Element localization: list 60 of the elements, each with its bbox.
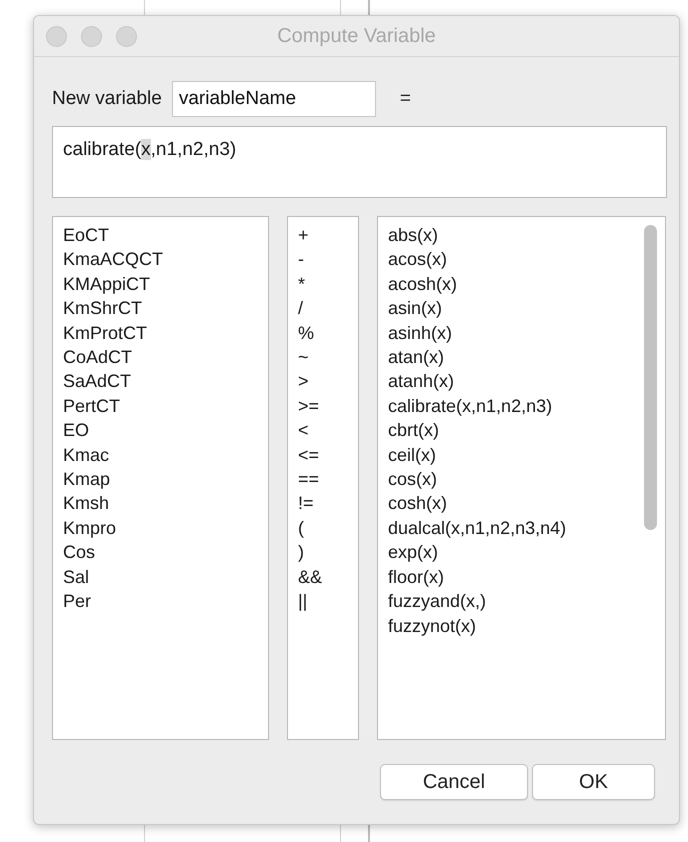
function-item[interactable]: ceil(x) — [388, 442, 635, 468]
variable-item[interactable]: Kmsh — [63, 491, 258, 516]
cancel-button[interactable]: Cancel — [380, 764, 528, 800]
variable-item[interactable]: SaAdCT — [63, 369, 258, 394]
function-item[interactable]: atan(x) — [388, 345, 635, 370]
function-item[interactable]: floor(x) — [388, 564, 635, 590]
window-title: Compute Variable — [277, 24, 436, 46]
function-item[interactable]: abs(x) — [388, 223, 635, 248]
function-item[interactable]: acos(x) — [388, 247, 635, 272]
variable-item[interactable]: Sal — [63, 564, 258, 590]
zoom-button[interactable] — [116, 26, 137, 46]
variable-item[interactable]: Cos — [63, 540, 258, 565]
operator-item[interactable]: >= — [298, 394, 348, 418]
variable-item[interactable]: Kmap — [63, 467, 258, 492]
ok-button[interactable]: OK — [532, 764, 655, 800]
function-item[interactable]: atanh(x) — [388, 369, 635, 394]
operator-item[interactable]: - — [298, 247, 348, 272]
operator-item[interactable]: ( — [298, 516, 348, 540]
variable-item[interactable]: CoAdCT — [63, 345, 258, 370]
operator-item[interactable]: + — [298, 223, 348, 248]
function-item[interactable]: cosh(x) — [388, 491, 635, 516]
function-item[interactable]: fuzzynot(x) — [388, 614, 635, 638]
operator-item[interactable]: % — [298, 320, 348, 346]
variable-item[interactable]: KmShrCT — [63, 296, 258, 321]
function-item[interactable]: acosh(x) — [388, 272, 635, 296]
function-item[interactable]: calibrate(x,n1,n2,n3) — [388, 394, 635, 418]
scrollbar-thumb[interactable] — [644, 225, 657, 530]
new-variable-label: New variable — [52, 88, 162, 110]
variable-name-field[interactable]: variableName — [172, 81, 376, 117]
variable-item[interactable]: Kmpro — [63, 516, 258, 540]
variable-item[interactable]: Per — [63, 589, 258, 614]
function-item[interactable]: dualcal(x,n1,n2,n3,n4) — [388, 516, 635, 540]
function-item[interactable]: cos(x) — [388, 467, 635, 492]
function-item[interactable]: fuzzyand(x,) — [388, 589, 635, 614]
close-button[interactable] — [46, 26, 67, 46]
operator-item[interactable]: ~ — [298, 345, 348, 370]
operator-item[interactable]: < — [298, 418, 348, 443]
expression-field[interactable]: calibrate(x,n1,n2,n3) — [52, 126, 667, 198]
function-item[interactable]: cbrt(x) — [388, 418, 635, 443]
variable-item[interactable]: KmaACQCT — [63, 247, 258, 272]
variable-item[interactable]: Kmac — [63, 442, 258, 468]
operator-item[interactable]: != — [298, 491, 348, 516]
variable-item[interactable]: KMAppiCT — [63, 272, 258, 296]
operator-item[interactable]: / — [298, 296, 348, 321]
function-item[interactable]: asinh(x) — [388, 320, 635, 346]
operator-item[interactable]: && — [298, 564, 348, 590]
operator-item[interactable]: == — [298, 467, 348, 492]
variable-item[interactable]: KmProtCT — [63, 320, 258, 346]
function-item[interactable]: exp(x) — [388, 540, 635, 565]
variable-item[interactable]: PertCT — [63, 394, 258, 418]
operator-item[interactable]: > — [298, 369, 348, 394]
operator-item[interactable]: <= — [298, 442, 348, 468]
equals-sign: = — [400, 88, 411, 110]
operator-item[interactable]: * — [298, 272, 348, 296]
function-item[interactable]: asin(x) — [388, 296, 635, 321]
variable-item[interactable]: EoCT — [63, 223, 258, 248]
minimize-button[interactable] — [81, 26, 102, 46]
variable-item[interactable]: EO — [63, 418, 258, 443]
operator-item[interactable]: || — [298, 589, 348, 614]
operator-item[interactable]: ) — [298, 540, 348, 565]
